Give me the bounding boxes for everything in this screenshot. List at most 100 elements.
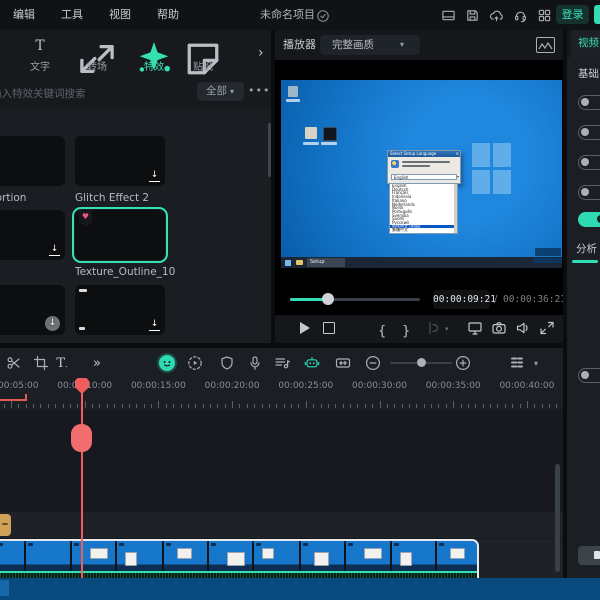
tab-video[interactable]: 视频 — [571, 30, 600, 57]
ruler-tick — [328, 404, 329, 408]
ruler-tick — [335, 404, 336, 408]
ruler-tick — [424, 404, 425, 408]
stop-button[interactable] — [321, 320, 337, 336]
menu-3[interactable]: 视图 — [109, 0, 131, 30]
fit-timeline-button[interactable] — [335, 355, 351, 371]
save-icon[interactable] — [465, 8, 480, 23]
seek-handle[interactable] — [322, 293, 334, 305]
beat-sync-button[interactable] — [304, 355, 320, 371]
tab-text[interactable]: T文字 — [18, 37, 62, 73]
video-taskbar: Setup — [281, 257, 562, 268]
filter-dropdown[interactable]: 全部 — [197, 82, 244, 101]
title-clip[interactable] — [0, 514, 11, 536]
render-preview-button[interactable] — [187, 355, 203, 371]
snapshot-button[interactable] — [491, 320, 507, 336]
monitor-button[interactable] — [467, 320, 483, 336]
playhead-line[interactable] — [81, 390, 83, 578]
menu-1[interactable]: 编辑 — [13, 0, 35, 30]
tab-effects[interactable]: 特效 — [132, 37, 176, 73]
player-header: 播放器 完整画质 ▾ — [275, 30, 563, 60]
export-button-partial[interactable] — [594, 5, 600, 24]
ruler-tick — [144, 404, 145, 408]
toggle-switch-6[interactable] — [578, 368, 600, 383]
ruler-tick — [77, 404, 78, 408]
effect-card[interactable]: ↓ — [75, 285, 165, 335]
toggle-switch-4[interactable] — [578, 185, 600, 200]
ruler-tick — [313, 404, 314, 408]
clip-filmstrip — [0, 541, 477, 571]
playhead-cut-button[interactable] — [71, 424, 92, 452]
effect-card-distortion[interactable]: Distortion — [0, 136, 65, 204]
desktop-icon-label — [321, 142, 337, 145]
text-tool-button[interactable]: T. — [54, 355, 70, 371]
chevron-right-icon[interactable]: › — [258, 45, 264, 61]
toggle-switch-5[interactable] — [578, 212, 600, 227]
crop-button[interactable] — [33, 355, 49, 371]
cut-button[interactable] — [6, 355, 22, 371]
effect-card-glitch-effect-2[interactable]: ↓Glitch Effect 2 — [75, 136, 165, 204]
tab-sticker[interactable]: 贴纸 — [181, 37, 225, 73]
panel-button-partial[interactable] — [578, 546, 600, 565]
zoom-slider-handle[interactable] — [417, 358, 426, 367]
support-icon[interactable] — [513, 8, 528, 23]
ruler-tick — [239, 404, 240, 408]
video-frame: Select Setup Language ✕ English ▾ Englis… — [281, 80, 562, 268]
thumb-window-marks — [394, 543, 399, 546]
ruler-tick — [40, 404, 41, 408]
ruler-tick — [107, 404, 108, 408]
video-clip-selected[interactable] — [0, 539, 479, 578]
total-timecode: 00:00:36:21 — [503, 290, 566, 309]
layout-icon[interactable] — [441, 8, 456, 23]
more-button[interactable]: » — [89, 355, 105, 371]
clip-cut-line — [390, 541, 392, 571]
language-item: 繁體中文 — [390, 228, 457, 232]
shield-button[interactable] — [219, 355, 235, 371]
more-options-button[interactable]: ••• — [248, 81, 270, 100]
menu-4[interactable]: 帮助 — [157, 0, 179, 30]
tab-transition[interactable]: 转场 — [75, 37, 119, 73]
ruler-tick — [276, 404, 277, 408]
download-icon: ↓ — [49, 244, 60, 256]
play-button[interactable] — [297, 320, 313, 336]
ruler-tick — [372, 404, 373, 408]
section-basic-label: 基础 — [578, 66, 599, 81]
topbar-icon-group — [441, 0, 552, 30]
search-input[interactable]: 输入特效关键词搜索 — [0, 86, 86, 101]
volume-button[interactable] — [515, 320, 531, 336]
ruler-tick — [475, 404, 476, 408]
thumb-window-marks — [119, 543, 124, 546]
vertical-scrollbar[interactable] — [555, 464, 560, 572]
razor-button[interactable] — [425, 320, 441, 336]
effect-card[interactable]: ↓ — [0, 285, 65, 335]
ai-copilot-button[interactable] — [159, 355, 175, 371]
track-manager-button[interactable] — [509, 355, 525, 371]
dialog-icon — [391, 160, 399, 168]
toggle-switch-3[interactable] — [578, 155, 600, 170]
scope-icon[interactable] — [536, 37, 555, 53]
ruler-tick — [136, 404, 137, 408]
login-button[interactable]: 登录 — [556, 5, 589, 24]
zoom-out-button[interactable] — [365, 355, 381, 371]
zoom-in-button[interactable] — [455, 355, 471, 371]
ruler-tick — [549, 404, 550, 408]
quality-dropdown[interactable]: 完整画质 — [320, 35, 420, 55]
toggle-switch-1[interactable] — [578, 95, 600, 110]
effect-card-texture-outline-10[interactable]: ♥Texture_Outline_10 — [75, 210, 165, 278]
mark-out-button[interactable]: } — [402, 320, 418, 336]
chevron-down-icon: ▾ — [230, 82, 234, 101]
toggle-switch-2[interactable] — [578, 125, 600, 140]
audio-list-button[interactable] — [274, 355, 290, 371]
ruler-tick — [129, 404, 130, 408]
apps-icon[interactable] — [537, 8, 552, 23]
voiceover-button[interactable] — [247, 355, 263, 371]
menu-2[interactable]: 工具 — [61, 0, 83, 30]
ruler-tick — [409, 404, 410, 408]
mark-in-button[interactable]: { — [378, 320, 394, 336]
cloud-upload-icon[interactable] — [489, 8, 504, 23]
effect-card-1-9[interactable]: ↓1:9 — [0, 210, 65, 278]
current-timecode[interactable]: 00:00:09:21 — [433, 290, 490, 309]
fullscreen-button[interactable] — [539, 320, 555, 336]
ruler-tick — [306, 401, 307, 408]
thumb-window-marks — [256, 543, 261, 546]
dialog-text-line — [402, 161, 450, 163]
